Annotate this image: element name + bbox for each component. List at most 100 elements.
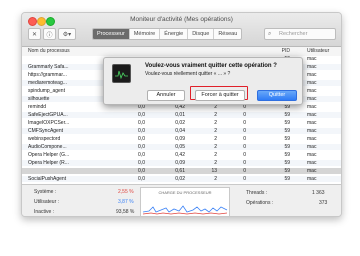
- force-quit-dialog: Voulez-vous vraiment quitter cette opéra…: [103, 57, 303, 105]
- cell-name: webinspectord: [28, 136, 61, 142]
- cell-user: mac: [307, 72, 317, 78]
- tab-disque[interactable]: Disque: [188, 29, 215, 39]
- cell-pid: 59: [284, 144, 290, 150]
- cell-name: Opera Helper (G...: [28, 152, 70, 158]
- column-header-user[interactable]: Utilisateur: [307, 47, 337, 56]
- cell-cpu: 0,0: [138, 144, 145, 150]
- table-row[interactable]: CMFSyncAgent 0,0 0,04 2 0 59 mac: [22, 128, 341, 135]
- cell-user: mac: [307, 136, 317, 142]
- window-title: Moniteur d'activité (Mes opérations): [130, 16, 233, 23]
- table-row[interactable]: Opera Helper (R... 0,0 0,09 2 0 59 mac: [22, 160, 341, 167]
- cpu-footer: Système : 2,55 % Utilisateur : 3,87 % In…: [22, 184, 341, 216]
- cell-wake: 0: [243, 128, 246, 134]
- quit-button[interactable]: Quitter: [257, 90, 297, 101]
- cell-wake: 0: [243, 112, 246, 118]
- inspect-process-button[interactable]: ⓘ: [43, 28, 56, 40]
- cell-name: SocialPushAgent: [28, 176, 67, 182]
- cell-name: Opera Helper (R...: [28, 160, 69, 166]
- force-quit-button[interactable]: Forcer à quitter: [195, 90, 245, 101]
- cell-wake: 0: [243, 168, 246, 174]
- processes-label: Opérations :: [246, 200, 274, 206]
- tab-bar: Processeur Mémoire Énergie Disque Réseau: [92, 28, 243, 40]
- cell-user: mac: [307, 112, 317, 118]
- table-row[interactable]: ImageIOXPCSer... 0,0 0,02 2 0 59 mac: [22, 120, 341, 126]
- cell-user: mac: [307, 120, 317, 126]
- search-field[interactable]: ⌕ Rechercher: [264, 28, 336, 40]
- cell-user: mac: [307, 144, 317, 150]
- search-icon: ⌕: [268, 31, 272, 37]
- gear-icon: ⚙▾: [62, 31, 72, 38]
- table-row[interactable]: SocialPushAgent 0,0 0,02 2 0 59 mac: [22, 176, 341, 183]
- cell-pid: 59: [284, 128, 290, 134]
- tab-energie[interactable]: Énergie: [160, 29, 189, 39]
- cell-user: mac: [307, 96, 317, 102]
- cpu-load-graph: CHARGE DU PROCESSEUR: [140, 187, 230, 216]
- cell-user: mac: [307, 168, 317, 174]
- activity-monitor-window: Moniteur d'activité (Mes opérations) ✕ ⓘ…: [21, 12, 342, 217]
- info-icon: ⓘ: [46, 32, 53, 39]
- table-row[interactable]: webinspectord 0,0 0,09 2 0 59 mac: [22, 136, 341, 142]
- cell-pid: 59: [284, 136, 290, 142]
- cell-user: mac: [307, 64, 317, 70]
- options-menu-button[interactable]: ⚙▾: [58, 28, 76, 40]
- cell-pid: 59: [284, 152, 290, 158]
- cell-threads: 2: [214, 160, 217, 166]
- cell-user: mac: [307, 104, 317, 110]
- tab-reseau[interactable]: Réseau: [214, 29, 241, 39]
- cell-threads: 2: [214, 112, 217, 118]
- cell-time: 0,61: [175, 168, 185, 174]
- cell-user: mac: [307, 176, 317, 182]
- system-label: Système :: [34, 189, 57, 195]
- tab-memoire[interactable]: Mémoire: [130, 29, 161, 39]
- cell-cpu: 0,0: [138, 120, 145, 126]
- cell-cpu: 0,0: [138, 160, 145, 166]
- cell-user: mac: [307, 80, 317, 86]
- tab-processeur[interactable]: Processeur: [93, 29, 130, 39]
- cell-name: spindump_agent: [28, 88, 65, 94]
- cell-time: 0,42: [175, 152, 185, 158]
- idle-value: 93,58 %: [116, 209, 135, 215]
- cell-name: ImageIOXPCSer...: [28, 120, 70, 126]
- cell-time: 0,05: [175, 144, 185, 150]
- table-row[interactable]: Opera Helper (G... 0,0 0,42 2 0 59 mac: [22, 152, 341, 158]
- cell-time: 0,09: [175, 160, 185, 166]
- cell-cpu: 0,0: [138, 168, 145, 174]
- cell-wake: 0: [243, 120, 246, 126]
- cell-pid: 59: [284, 160, 290, 166]
- cell-user: mac: [307, 56, 317, 62]
- cell-user: mac: [307, 160, 317, 166]
- table-row[interactable]: SafeEjectGPUA... 0,0 0,01 2 0 59 mac: [22, 112, 341, 119]
- cell-name: SafeEjectGPUA...: [28, 112, 68, 118]
- titlebar: Moniteur d'activité (Mes opérations) ✕ ⓘ…: [22, 13, 341, 47]
- cell-name: remindd: [28, 104, 47, 110]
- cell-pid: 59: [284, 112, 290, 118]
- table-row[interactable]: AudioCompone... 0,0 0,05 2 0 59 mac: [22, 144, 341, 151]
- cell-name: silhouette: [28, 96, 50, 102]
- idle-label: Inactive :: [34, 209, 55, 215]
- cell-cpu: 0,0: [138, 128, 145, 134]
- user-value: 3,87 %: [118, 199, 134, 205]
- cell-name: Grammarly Safa...: [28, 64, 69, 70]
- column-header-pid[interactable]: PID: [274, 47, 290, 56]
- cell-cpu: 0,0: [138, 176, 145, 182]
- cell-user: mac: [307, 128, 317, 134]
- cell-name: https://grammar...: [28, 72, 67, 78]
- cell-threads: 13: [211, 168, 217, 174]
- cancel-button[interactable]: Annuler: [147, 90, 185, 101]
- cell-threads: 2: [214, 152, 217, 158]
- processes-value: 373: [319, 200, 328, 206]
- column-header-name[interactable]: Nom du processus: [28, 47, 98, 56]
- stop-process-button[interactable]: ✕: [28, 28, 41, 40]
- threads-value: 1 363: [312, 190, 325, 196]
- cell-time: 0,09: [175, 136, 185, 142]
- cell-threads: 2: [214, 128, 217, 134]
- dialog-message: Voulez-vous réellement quitter « ... » ?: [145, 71, 231, 77]
- cell-wake: 0: [243, 160, 246, 166]
- cell-user: mac: [307, 152, 317, 158]
- cell-pid: 59: [284, 176, 290, 182]
- system-value: 2,55 %: [118, 189, 134, 195]
- cell-wake: 0: [243, 176, 246, 182]
- search-placeholder: Rechercher: [279, 31, 308, 37]
- table-row[interactable]: 0,0 0,61 13 0 59 mac: [22, 168, 341, 175]
- cell-cpu: 0,0: [138, 112, 145, 118]
